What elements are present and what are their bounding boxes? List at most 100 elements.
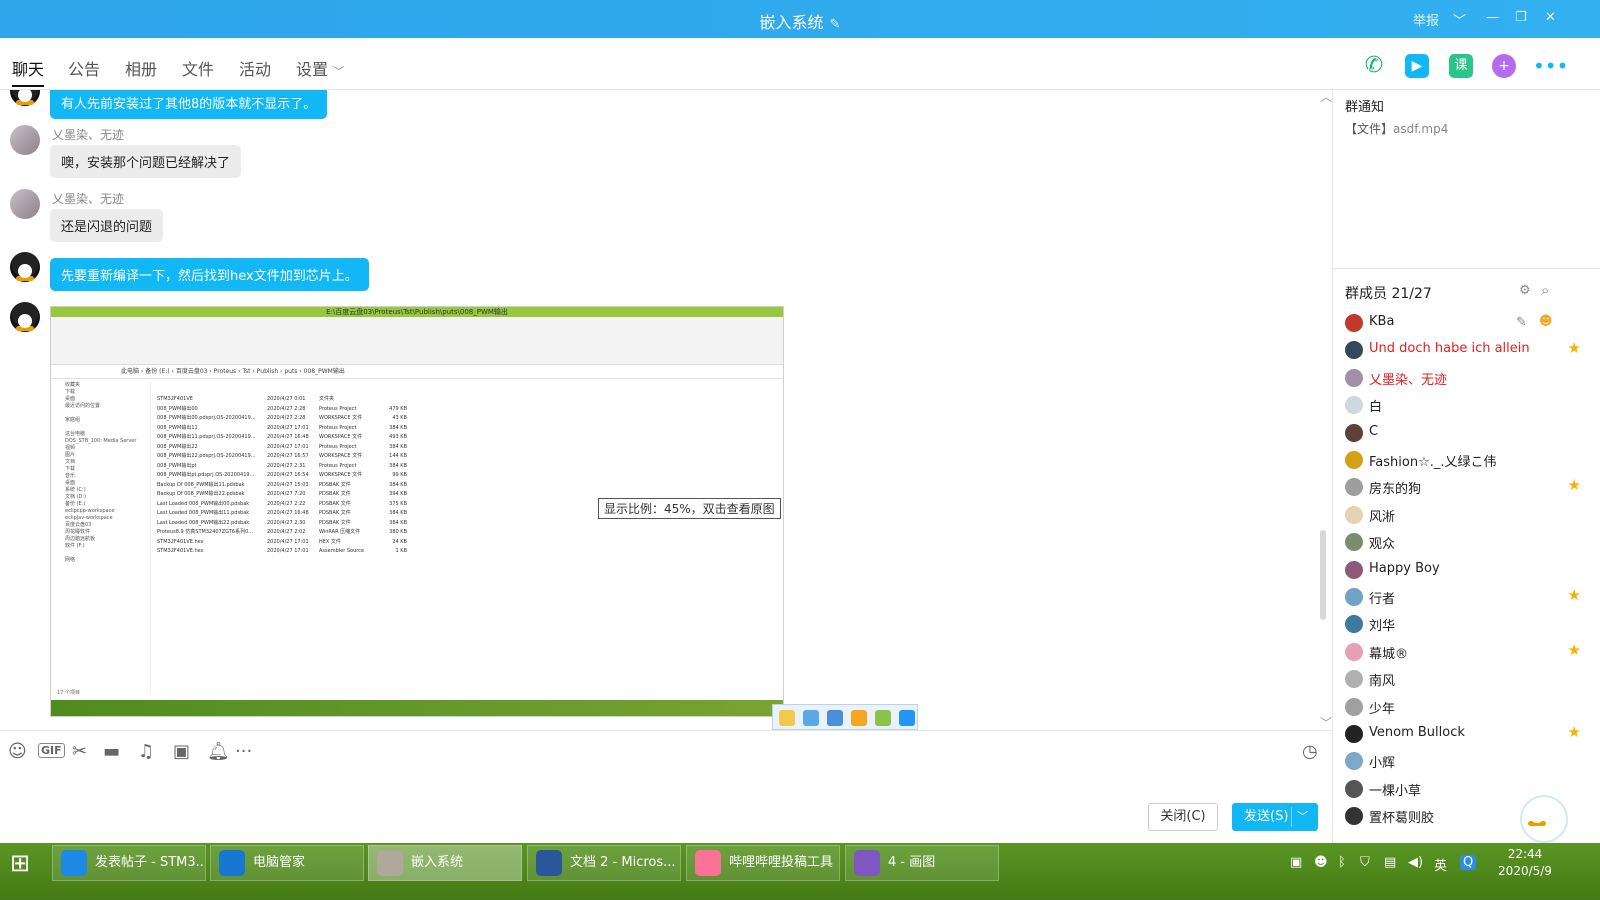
explorer-title: E:\百度云盘03\Proteus\Tst\Publish\puts\008_P…	[51, 307, 783, 317]
avatar[interactable]	[10, 125, 40, 155]
chat-message-area[interactable]: 有人先前安装过了其他8的版本就不显示了。 乂墨染、无迹 噢，安装那个问题已经解决…	[0, 90, 1350, 730]
explorer-file-date: 2020/4/27 2:02	[267, 529, 306, 535]
group-notice-content[interactable]: 【文件】asdf.mp4	[1345, 120, 1448, 137]
member-item[interactable]: 观众	[1345, 530, 1581, 554]
more-icon[interactable]: ···	[235, 741, 252, 762]
member-item[interactable]: 刘华	[1345, 612, 1581, 636]
avatar[interactable]	[10, 252, 40, 282]
member-item[interactable]: C	[1345, 421, 1581, 445]
image-icon[interactable]: ▣	[173, 741, 190, 762]
explorer-file-type: 文件夹	[319, 396, 335, 402]
settings-icon[interactable]: ⚙	[1519, 283, 1531, 298]
scroll-up-icon[interactable]: ︿	[1320, 90, 1332, 105]
screen-icon[interactable]	[827, 710, 843, 726]
avatar[interactable]	[10, 302, 40, 332]
ime-indicator[interactable]: 英	[1434, 855, 1447, 874]
tab-bar: 聊天 公告 相册 文件 活动 设置 ﹀ ✆ ▶ 课 + •••	[0, 38, 1600, 90]
report-link[interactable]: 举报	[1413, 10, 1439, 29]
tab-album[interactable]: 相册	[125, 56, 157, 80]
member-item[interactable]: 南风	[1345, 667, 1581, 691]
volume-icon[interactable]: ◀)	[1408, 855, 1423, 870]
member-item[interactable]: Und doch habe ich allein ★	[1345, 338, 1581, 362]
explorer-file-row: Last Loaded 008_PWM输出00.pdsbak 2020/4/27 …	[157, 500, 407, 510]
search-icon[interactable]: ⌕	[1541, 281, 1549, 299]
edit-icon[interactable]: ✎	[830, 17, 841, 32]
video-call-icon[interactable]: ▶	[1405, 54, 1429, 78]
taskbar-item[interactable]: 嵌入系统	[368, 845, 522, 881]
close-icon[interactable]: ✕	[1545, 10, 1556, 25]
qq-browser-icon[interactable]: Q	[1460, 855, 1477, 870]
music-icon[interactable]: ♫	[138, 741, 154, 762]
explorer-file-type: HEX 文件	[319, 538, 341, 545]
avatar	[1345, 423, 1363, 442]
send-button[interactable]: 发送(S) ﹀	[1232, 803, 1318, 831]
qq-assistant-icon[interactable]	[1520, 795, 1568, 843]
security-icon[interactable]: ⛉	[1360, 855, 1370, 870]
tab-settings[interactable]: 设置 ﹀	[296, 56, 344, 80]
message-bubble: 有人先前安装过了其他8的版本就不显示了。	[50, 90, 328, 119]
add-app-icon[interactable]: +	[1492, 54, 1516, 78]
more-icon[interactable]: •••	[1533, 54, 1568, 78]
scroll-down-icon[interactable]: ﹀	[1320, 714, 1332, 730]
network-icon[interactable]: ▤	[1384, 855, 1396, 870]
member-item[interactable]: 房东的狗 ★	[1345, 475, 1581, 499]
bell-icon[interactable]: 🔔︎	[207, 741, 230, 762]
tab-activity[interactable]: 活动	[239, 56, 271, 80]
member-item[interactable]: Happy Boy	[1345, 558, 1581, 582]
system-clock[interactable]: 22:44 2020/5/9	[1490, 846, 1560, 880]
message-input[interactable]	[0, 770, 1332, 843]
explorer-nav-item: 网络	[65, 557, 76, 563]
chat-scrollbar[interactable]	[1320, 530, 1326, 620]
restore-icon[interactable]: ❐	[1515, 10, 1527, 25]
emoji-icon[interactable]: ☺	[8, 741, 27, 762]
minimize-icon[interactable]: —	[1486, 10, 1499, 25]
emoji-icon[interactable]	[779, 710, 795, 726]
add-member-icon[interactable]: ☻	[1539, 314, 1553, 329]
tab-announcement[interactable]: 公告	[68, 56, 100, 80]
member-item[interactable]: 风淅	[1345, 503, 1581, 527]
admin-star-icon: ★	[1567, 586, 1581, 604]
message-bubble: 先要重新编译一下，然后找到hex文件加到芯片上。	[50, 258, 369, 291]
member-item[interactable]: 幕城® ★	[1345, 640, 1581, 664]
tray-bilibili-icon[interactable]: ▣	[1290, 855, 1302, 870]
tab-chat[interactable]: 聊天	[12, 56, 45, 87]
chevron-down-icon[interactable]: ﹀	[1453, 10, 1466, 29]
folder-icon[interactable]	[875, 710, 891, 726]
member-item[interactable]: 白	[1345, 393, 1581, 417]
member-item[interactable]: Venom Bullock ★	[1345, 722, 1581, 746]
taskbar-item[interactable]: 文档 2 - Micros...	[527, 845, 681, 881]
phone-call-icon[interactable]: ✆	[1362, 54, 1386, 78]
taskbar-item[interactable]: 4 - 画图	[845, 845, 999, 881]
explorer-file-name: Last Loaded 008_PWM输出11.pdsbak	[157, 510, 250, 516]
member-item[interactable]: Fashion☆._.乂绿こ伟	[1345, 448, 1581, 472]
taskbar-item[interactable]: 发表帖子 - STM3...	[52, 845, 206, 881]
avatar[interactable]	[10, 189, 40, 219]
app-icon	[536, 850, 562, 876]
gif-icon[interactable]: GIF	[38, 743, 65, 758]
member-item[interactable]: 少年	[1345, 695, 1581, 719]
save-icon[interactable]	[803, 710, 819, 726]
bluetooth-icon[interactable]: ᛒ	[1338, 855, 1346, 870]
windows-start-icon[interactable]: ⊞	[10, 849, 30, 877]
member-name: Und doch habe ich allein	[1369, 341, 1530, 357]
edit-icon[interactable]: ✎	[1516, 315, 1527, 330]
edit-icon[interactable]	[851, 710, 867, 726]
classroom-icon[interactable]: 课	[1449, 54, 1473, 78]
chevron-down-icon[interactable]: ﹀	[1297, 804, 1308, 830]
history-icon[interactable]: ◷	[1302, 741, 1318, 762]
member-item[interactable]: 小辉	[1345, 749, 1581, 773]
taskbar-item[interactable]: 电脑管家	[210, 845, 364, 881]
avatar	[1345, 533, 1363, 552]
member-item[interactable]: 乂墨染、无迹	[1345, 366, 1581, 390]
star-icon[interactable]	[899, 710, 915, 726]
tray-qq-icon[interactable]: ☻	[1314, 855, 1328, 870]
avatar[interactable]	[10, 90, 40, 106]
explorer-file-row: 008_PWM输出22 2020/4/27 17:01 Proteus Projec…	[157, 443, 407, 453]
member-item[interactable]: 行者 ★	[1345, 585, 1581, 609]
scissors-icon[interactable]: ✂	[72, 741, 87, 762]
folder-icon[interactable]: ▬	[103, 741, 120, 762]
close-button[interactable]: 关闭(C)	[1148, 803, 1218, 831]
taskbar-item-label: 文档 2 - Micros...	[570, 855, 676, 870]
tab-files[interactable]: 文件	[182, 56, 214, 80]
taskbar-item[interactable]: 哔哩哔哩投稿工具	[686, 845, 840, 881]
